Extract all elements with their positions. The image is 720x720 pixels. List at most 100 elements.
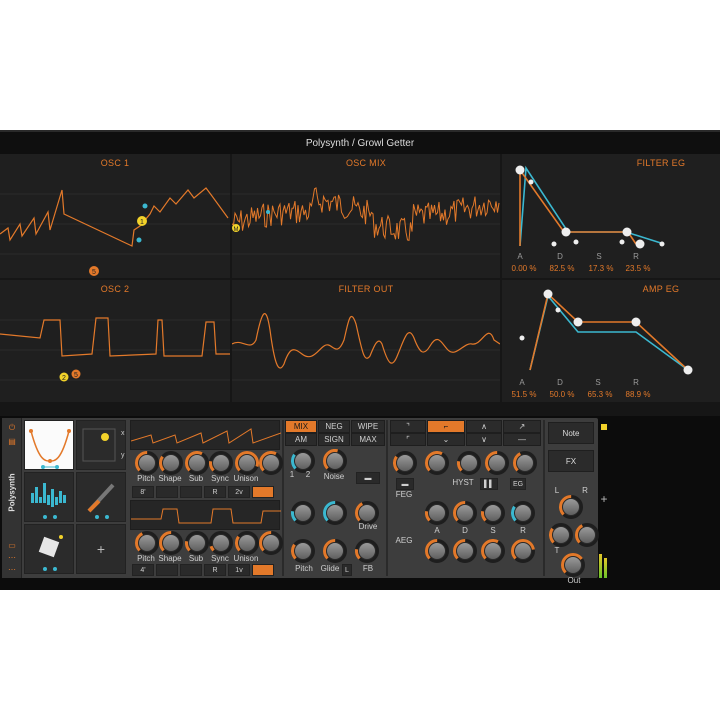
- osc2-pitch-knob[interactable]: [135, 531, 159, 555]
- mix-tilt-knob[interactable]: [291, 501, 315, 525]
- filter-mode-toggle[interactable]: ▌▌: [480, 478, 498, 490]
- osc1-panel[interactable]: OSC 1 1 5: [0, 154, 230, 278]
- timbre-knob[interactable]: [575, 523, 599, 547]
- pitch-glide-knob[interactable]: [291, 539, 315, 563]
- amp-eg-curve-a[interactable]: [519, 335, 525, 341]
- amp-eg-value-r[interactable]: 88.9 %: [626, 390, 651, 399]
- osc2-value-2[interactable]: [180, 564, 202, 576]
- feg-sustain-knob[interactable]: [481, 501, 505, 525]
- osc1-value-3[interactable]: R: [204, 486, 226, 498]
- osc1-pitch-knob[interactable]: [135, 451, 159, 475]
- add-modulator-button[interactable]: +: [76, 524, 126, 574]
- filter-eg-curve-a[interactable]: [528, 179, 534, 185]
- modulator-slot-2[interactable]: xy: [76, 420, 126, 470]
- osc2-value-1[interactable]: [156, 564, 178, 576]
- preset-icon[interactable]: ▤: [7, 438, 17, 446]
- filter-shape-bandpass[interactable]: ∧: [466, 420, 502, 433]
- modulator-icon[interactable]: ▭: [7, 542, 17, 550]
- feg-decay-knob[interactable]: [453, 501, 477, 525]
- velocity-knob[interactable]: [549, 523, 573, 547]
- aeg-sustain-knob[interactable]: [481, 539, 505, 563]
- noise-color-toggle[interactable]: ▬: [356, 472, 380, 484]
- amp-eg-decay-node[interactable]: [573, 317, 583, 327]
- fb-knob[interactable]: [355, 539, 379, 563]
- osc2-shape-knob[interactable]: [159, 531, 183, 555]
- osc1-value-1[interactable]: [156, 486, 178, 498]
- amp-eg-sustain-node[interactable]: [631, 317, 641, 327]
- filter-drive-knob[interactable]: [513, 451, 537, 475]
- modulator-slot-4[interactable]: [76, 472, 126, 522]
- filter-eg-decay-node[interactable]: [561, 227, 571, 237]
- filter-link-toggle[interactable]: ▬: [396, 478, 414, 490]
- modulator-slot-3[interactable]: [24, 472, 74, 522]
- modulator-slot-1[interactable]: [24, 420, 74, 470]
- osc-mix-handle[interactable]: [266, 210, 270, 214]
- add-device-button[interactable]: +: [599, 492, 609, 506]
- osc1-value-2[interactable]: [180, 486, 202, 498]
- filter-env-knob[interactable]: [485, 451, 509, 475]
- filter-eg-release-node[interactable]: [635, 239, 645, 249]
- mix-noise-knob[interactable]: [323, 449, 347, 473]
- osc1-shape-knob[interactable]: [159, 451, 183, 475]
- filter-eg-value-r[interactable]: 23.5 %: [626, 264, 651, 273]
- filter-eg-curve-s[interactable]: [573, 239, 579, 245]
- mix-shape-knob[interactable]: [323, 501, 347, 525]
- mix-mode-wipe[interactable]: WIPE: [351, 420, 385, 433]
- osc2-sub-knob[interactable]: [185, 531, 209, 555]
- mix-mode-am[interactable]: AM: [285, 433, 317, 446]
- filter-keytrack-knob[interactable]: [457, 451, 481, 475]
- fx-button[interactable]: FX: [548, 450, 594, 472]
- power-icon[interactable]: ⏻: [7, 424, 17, 432]
- eg-badge[interactable]: EG: [510, 478, 526, 490]
- osc2-value-4[interactable]: 1v: [228, 564, 250, 576]
- amp-eg-panel[interactable]: AMP EG A D S R 51.5 % 50.0 % 65.3 % 88.9…: [502, 280, 720, 402]
- amp-eg-value-a[interactable]: 51.5 %: [512, 390, 537, 399]
- filter-cutoff-knob[interactable]: [393, 451, 417, 475]
- filter-eg-sustain-node[interactable]: [622, 227, 632, 237]
- note-button[interactable]: Note: [548, 422, 594, 444]
- glide-knob[interactable]: [323, 539, 347, 563]
- osc1-sync-knob[interactable]: [209, 451, 233, 475]
- osc1-handle-a[interactable]: [142, 203, 148, 209]
- osc1-sub-knob[interactable]: [185, 451, 209, 475]
- filter-shape-peak[interactable]: ∨: [466, 433, 502, 446]
- osc1-value-5[interactable]: [252, 486, 274, 498]
- filter-eg-curve-d[interactable]: [551, 241, 557, 247]
- osc2-value-3[interactable]: R: [204, 564, 226, 576]
- aeg-release-knob[interactable]: [511, 539, 535, 563]
- filter-eg-value-d[interactable]: 82.5 %: [550, 264, 575, 273]
- osc2-unison-mode-knob[interactable]: [259, 531, 283, 555]
- filter-out-panel[interactable]: FILTER OUT: [232, 280, 500, 402]
- osc1-value-0[interactable]: 8': [132, 486, 154, 498]
- filter-eg-end-node[interactable]: [659, 241, 665, 247]
- mix-mode-max[interactable]: MAX: [351, 433, 385, 446]
- osc1-unison-mode-knob[interactable]: [259, 451, 283, 475]
- filter-shape-highpass[interactable]: ⌜: [390, 433, 426, 446]
- osc1-value-4[interactable]: 2v: [228, 486, 250, 498]
- osc1-unison-knob[interactable]: [235, 451, 259, 475]
- amp-eg-attack-node[interactable]: [543, 289, 553, 299]
- osc2-wave-display[interactable]: [130, 500, 281, 530]
- out-knob[interactable]: [561, 553, 585, 577]
- filter-shape-flat[interactable]: —: [503, 433, 541, 446]
- feg-release-knob[interactable]: [511, 501, 535, 525]
- amp-eg-curve-d[interactable]: [555, 307, 561, 313]
- aeg-attack-knob[interactable]: [425, 539, 449, 563]
- filter-shape-highpass-res[interactable]: ↗: [503, 420, 541, 433]
- filter-eg-value-s[interactable]: 17.3 %: [589, 264, 614, 273]
- drive-knob[interactable]: [355, 501, 379, 525]
- feg-attack-knob[interactable]: [425, 501, 449, 525]
- remote-controls-icon[interactable]: ⋯: [7, 554, 17, 562]
- osc2-value-5[interactable]: [252, 564, 274, 576]
- expand-icon[interactable]: ⋯: [7, 566, 17, 574]
- filter-shape-lowpass-steep[interactable]: ⌝: [390, 420, 426, 433]
- filter-eg-curve-r[interactable]: [619, 239, 625, 245]
- mix-mode-mix[interactable]: MIX: [285, 420, 317, 433]
- filter-eg-panel[interactable]: FILTER EG A D S R 0.00 % 82.5 % 17.3 % 2…: [502, 154, 720, 278]
- amp-eg-value-d[interactable]: 50.0 %: [550, 390, 575, 399]
- filter-eg-value-a[interactable]: 0.00 %: [512, 264, 537, 273]
- osc2-sync-knob[interactable]: [209, 531, 233, 555]
- osc1-handle-b[interactable]: [136, 237, 142, 243]
- mix-mode-sign[interactable]: SIGN: [318, 433, 350, 446]
- pan-knob[interactable]: [559, 495, 583, 519]
